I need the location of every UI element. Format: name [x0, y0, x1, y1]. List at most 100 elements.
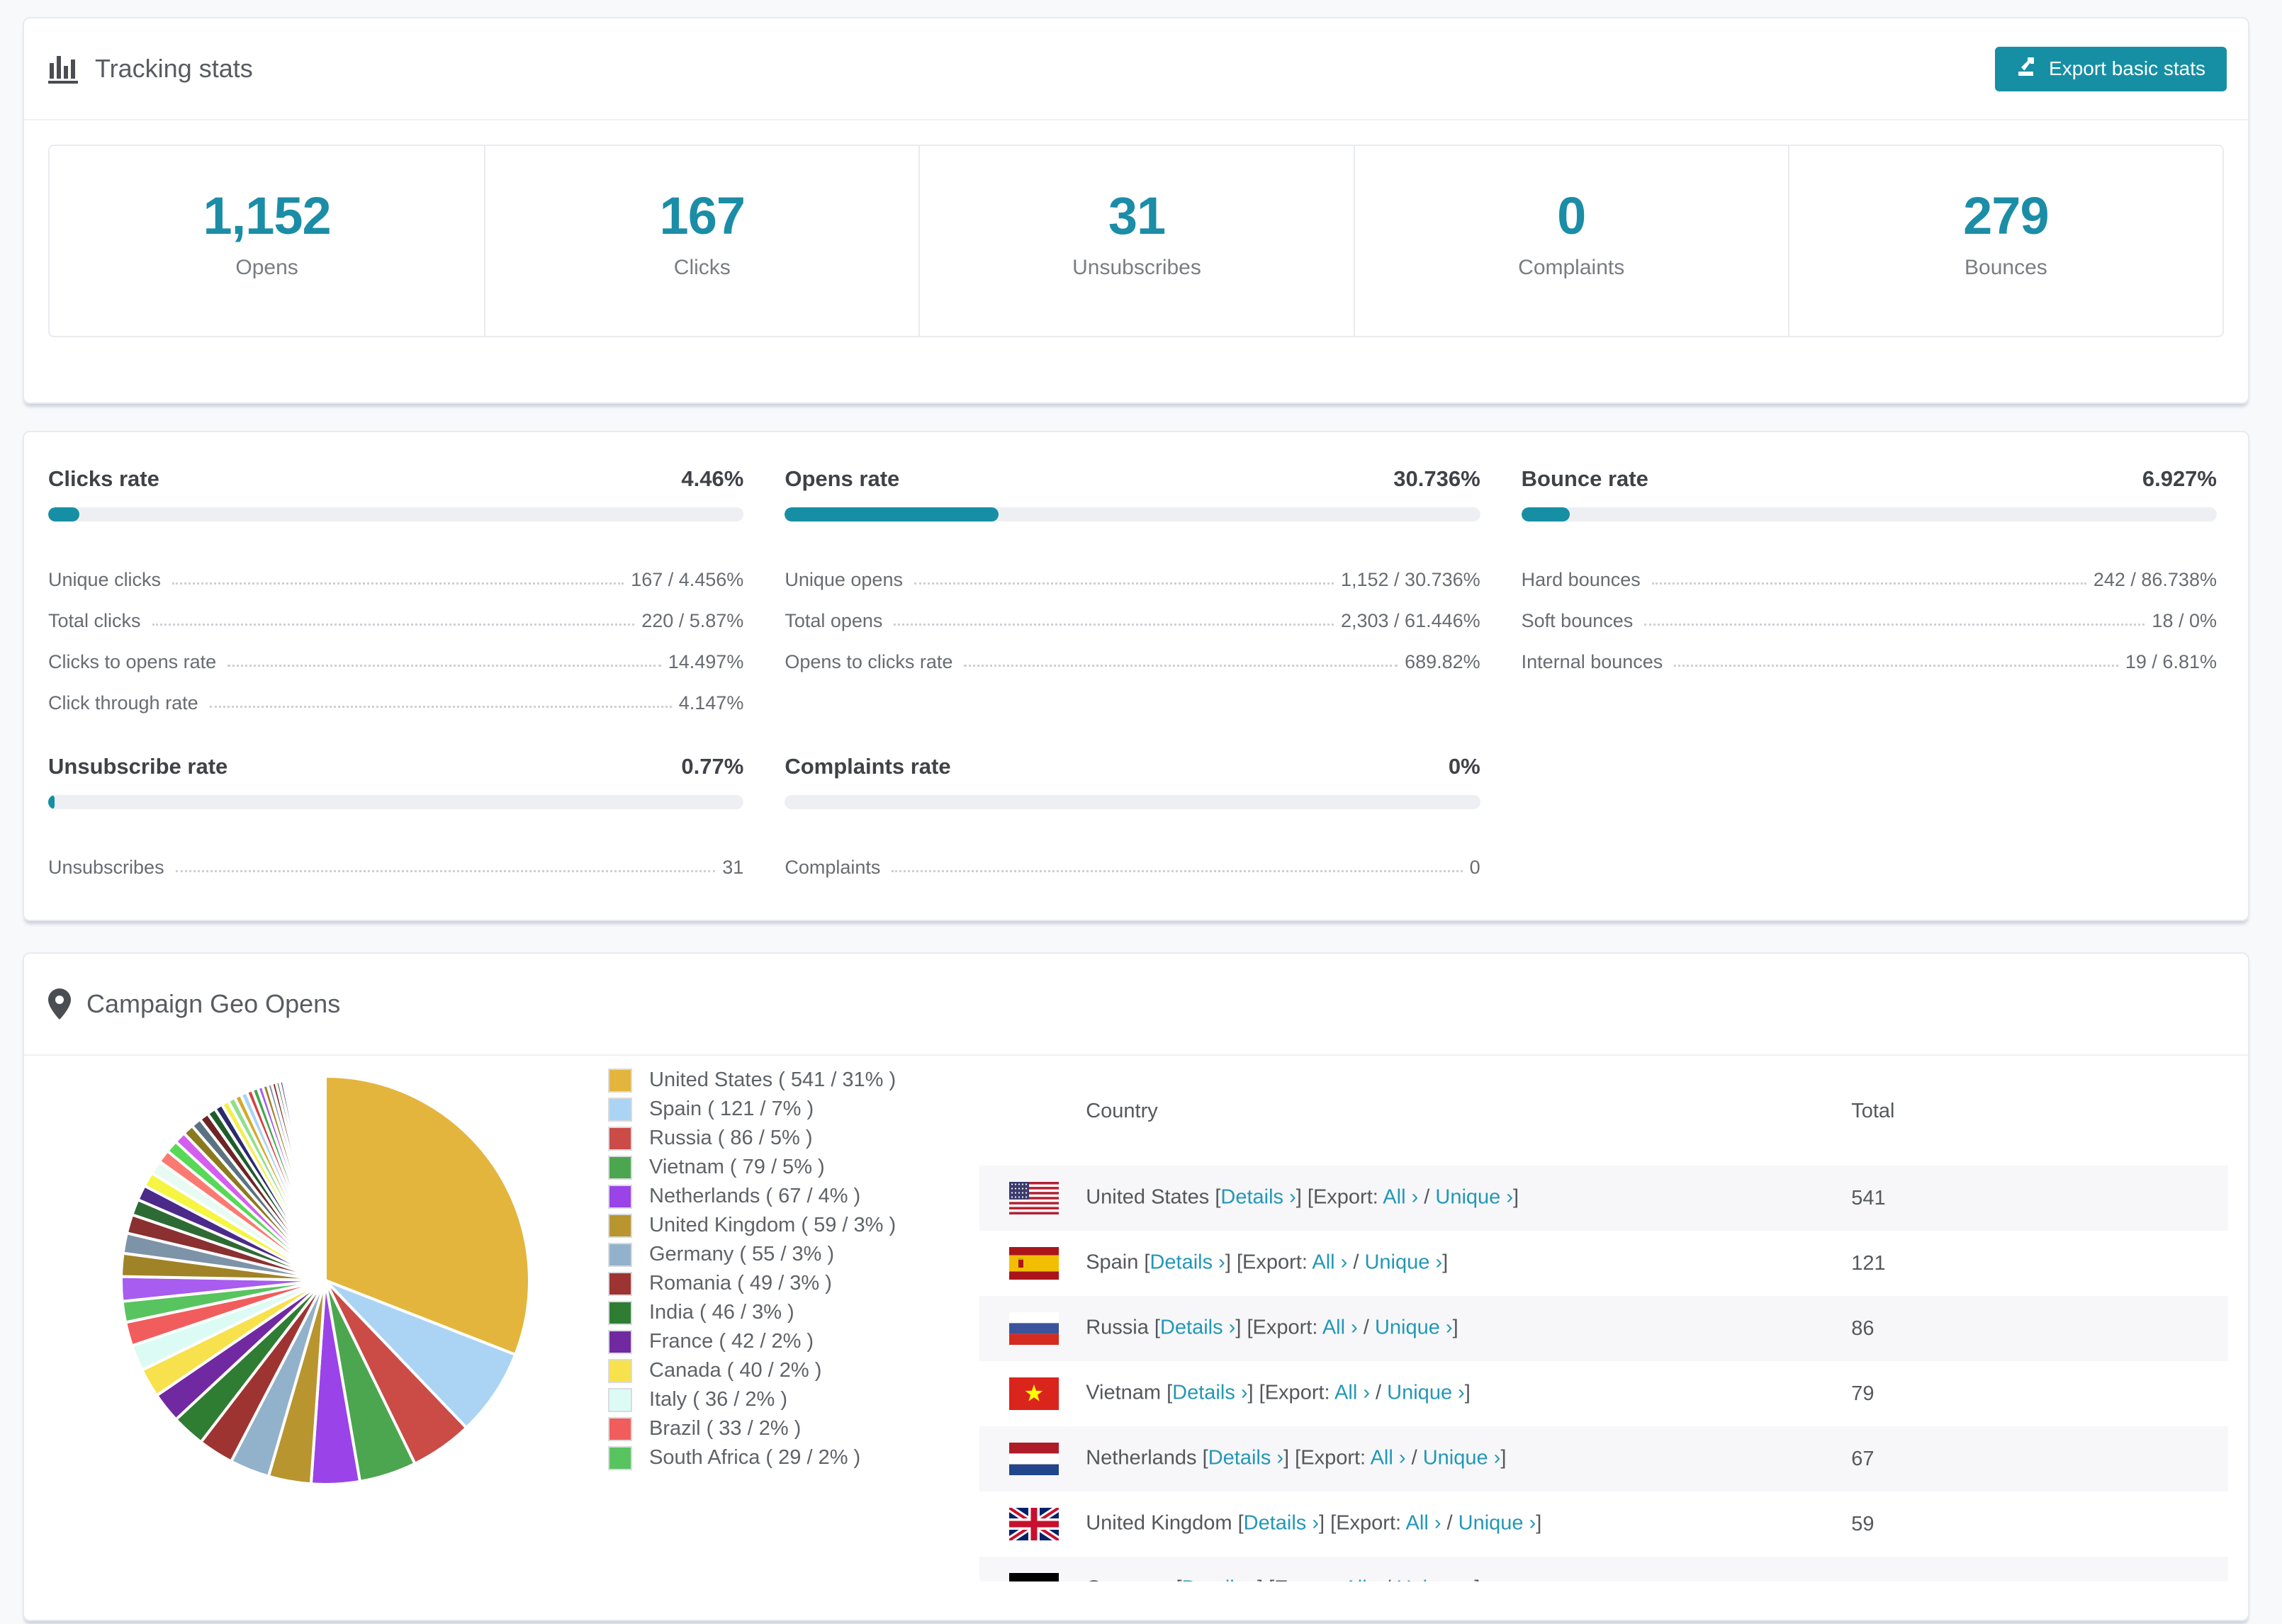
rate-detail-row: Unsubscribes 31 — [48, 838, 743, 879]
tracking-stats-header: Tracking stats Export basic stats — [24, 18, 2248, 120]
geo-pie-chart — [116, 1071, 534, 1493]
rate-detail-value: 689.82% — [1405, 651, 1480, 672]
export-all-link[interactable]: All › — [1371, 1447, 1406, 1470]
legend-item-brazil[interactable]: Brazil ( 33 / 2% ) — [608, 1414, 896, 1443]
rates-grid: Clicks rate 4.46% Unique clicks 167 / 4.456… — [48, 466, 2217, 879]
legend-item-russia[interactable]: Russia ( 86 / 5% ) — [608, 1124, 896, 1153]
total-cell: 86 — [1851, 1296, 2228, 1361]
country-cell: Russia [Details ›] [Export: All › / Uniq… — [979, 1296, 1852, 1361]
dotted-leader — [1651, 582, 2086, 585]
rate-progress-fill — [1521, 507, 1570, 521]
legend-item-vietnam[interactable]: Vietnam ( 79 / 5% ) — [608, 1153, 896, 1182]
legend-item-spain[interactable]: Spain ( 121 / 7% ) — [608, 1095, 896, 1124]
legend-item-germany[interactable]: Germany ( 55 / 3% ) — [608, 1240, 896, 1269]
bracket: [ — [1237, 1511, 1244, 1535]
export-unique-link[interactable]: Unique › — [1375, 1316, 1453, 1339]
legend-swatch — [608, 1387, 632, 1412]
legend-item-united-kingdom[interactable]: United Kingdom ( 59 / 3% ) — [608, 1211, 896, 1240]
details-link[interactable]: Details › — [1244, 1512, 1319, 1535]
geo-table-row-nl: Netherlands [Details ›] [Export: All › /… — [979, 1426, 2228, 1492]
geo-table: Country Total United States [Details ›] … — [979, 1056, 2228, 1581]
geo-table-row-gb: United Kingdom [Details ›] [Export: All … — [979, 1492, 2228, 1557]
legend-swatch — [608, 1097, 632, 1122]
stat-label: Unsubscribes — [1072, 256, 1201, 279]
total-cell: 59 — [1851, 1512, 1874, 1535]
rate-value: 6.927% — [2142, 466, 2217, 491]
bracket: ] — [1247, 1381, 1259, 1404]
nl-flag-icon — [1009, 1443, 1060, 1475]
de-flag-icon — [1009, 1573, 1060, 1581]
rate-detail-value: 2,303 / 61.446% — [1340, 610, 1480, 631]
dotted-leader — [964, 665, 1398, 667]
stat-cell-bounces: 279 Bounces — [1787, 146, 2222, 336]
legend-item-france[interactable]: France ( 42 / 2% ) — [608, 1327, 896, 1356]
legend-item-netherlands[interactable]: Netherlands ( 67 / 4% ) — [608, 1182, 896, 1211]
export-all-link[interactable]: All › — [1334, 1382, 1370, 1404]
rate-detail-value: 31 — [722, 857, 744, 878]
country-column-header: Country — [1086, 1100, 1158, 1122]
rate-detail-row: Hard bounces 242 / 86.738% — [1522, 550, 2217, 591]
bracket: ] — [1536, 1511, 1542, 1535]
export-basic-stats-button[interactable]: Export basic stats — [1995, 46, 2227, 91]
export-all-link[interactable]: All › — [1312, 1251, 1347, 1274]
separator: / — [1347, 1251, 1365, 1274]
map-pin-icon — [48, 988, 71, 1020]
legend-item-india[interactable]: India ( 46 / 3% ) — [608, 1298, 896, 1327]
export-unique-link[interactable]: Unique › — [1435, 1186, 1513, 1209]
stat-summary: 1,152 Opens 167 Clicks 31 Unsubscribes 0 Compla… — [48, 145, 2224, 337]
legend-swatch — [608, 1213, 632, 1238]
stat-cell-clicks: 167 Clicks — [484, 146, 918, 336]
legend-item-south-africa[interactable]: South Africa ( 29 / 2% ) — [608, 1443, 896, 1472]
legend-item-canada[interactable]: Canada ( 40 / 2% ) — [608, 1356, 896, 1385]
rate-detail-label: Unique clicks — [48, 569, 162, 590]
export-label: Export: — [1274, 1577, 1344, 1581]
rate-detail-label: Unique opens — [785, 569, 903, 590]
legend-swatch — [608, 1184, 632, 1209]
legend-label: India ( 46 / 3% ) — [649, 1301, 794, 1324]
details-link[interactable]: Details › — [1220, 1186, 1295, 1209]
country-cell: United States [Details ›] [Export: All ›… — [979, 1166, 1852, 1231]
bracket: ] — [1235, 1316, 1247, 1339]
details-link[interactable]: Details › — [1208, 1447, 1283, 1470]
export-unique-link[interactable]: Unique › — [1423, 1447, 1501, 1470]
export-all-link[interactable]: All › — [1383, 1186, 1418, 1209]
legend-label: Canada ( 40 / 2% ) — [649, 1359, 822, 1382]
bracket: [ — [1307, 1185, 1313, 1209]
export-all-link[interactable]: All › — [1322, 1316, 1358, 1339]
rate-progress-bar — [48, 507, 744, 521]
legend-swatch — [608, 1242, 632, 1267]
rate-detail-row: Opens to clicks rate 689.82% — [785, 632, 1480, 673]
details-link[interactable]: Details › — [1160, 1316, 1235, 1339]
export-unique-link[interactable]: Unique › — [1387, 1382, 1465, 1404]
details-link[interactable]: Details › — [1150, 1251, 1225, 1274]
legend-swatch — [608, 1068, 632, 1093]
country-cell: Germany [Details ›] [Export: All › / Uni… — [979, 1557, 1852, 1581]
stat-value: 31 — [1108, 186, 1166, 245]
dotted-leader — [227, 665, 661, 667]
export-unique-link[interactable]: Unique › — [1458, 1512, 1536, 1535]
stat-value: 0 — [1557, 186, 1586, 245]
dotted-leader — [209, 706, 672, 708]
export-all-link[interactable]: All › — [1406, 1512, 1441, 1535]
details-link[interactable]: Details › — [1172, 1382, 1247, 1404]
rate-detail-value: 0 — [1469, 857, 1480, 878]
bar-chart-icon — [48, 53, 79, 84]
legend-item-united-states[interactable]: United States ( 541 / 31% ) — [608, 1066, 896, 1095]
tracking-stats-card: Tracking stats Export basic stats 1,152 O… — [23, 17, 2249, 404]
rate-title: Clicks rate — [48, 466, 159, 491]
legend-item-romania[interactable]: Romania ( 49 / 3% ) — [608, 1269, 896, 1298]
rate-detail-value: 167 / 4.456% — [631, 569, 744, 590]
details-link[interactable]: Details › — [1182, 1577, 1257, 1581]
bracket: ] — [1452, 1316, 1458, 1339]
rate-detail-value: 19 / 6.81% — [2125, 651, 2217, 672]
export-label: Export: — [1252, 1316, 1322, 1339]
export-unique-link[interactable]: Unique › — [1364, 1251, 1442, 1274]
bracket: [ — [1236, 1251, 1243, 1274]
export-all-link[interactable]: All › — [1344, 1577, 1379, 1581]
export-unique-link[interactable]: Unique › — [1397, 1577, 1475, 1581]
rate-detail-value: 4.147% — [678, 692, 744, 714]
bracket: ] — [1500, 1446, 1507, 1470]
export-label: Export: — [1336, 1511, 1406, 1535]
legend-item-italy[interactable]: Italy ( 36 / 2% ) — [608, 1385, 896, 1414]
geo-table-wrap: Country Total United States [Details ›] … — [979, 1056, 2228, 1581]
